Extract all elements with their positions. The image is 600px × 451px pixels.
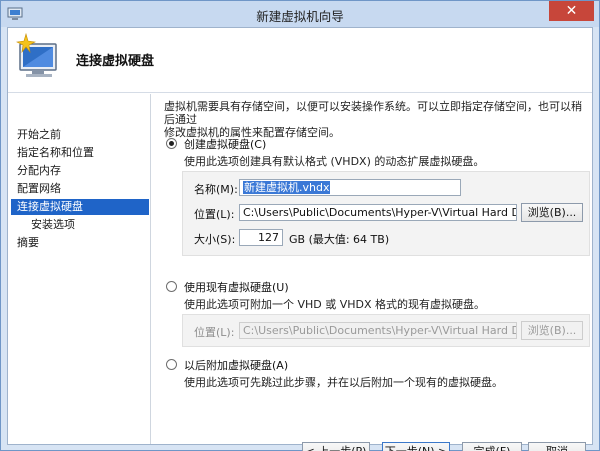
vhd-size-unit: GB (最大值: 64 TB) [289,233,390,246]
wizard-step-nav: 开始之前 指定名称和位置 分配内存 配置网络 连接虚拟硬盘 安装选项 摘要 [8,94,151,444]
use-existing-vhd-description: 使用此选项可附加一个 VHD 或 VHDX 格式的现有虚拟硬盘。 [184,298,486,311]
title-bar[interactable]: 新建虚拟机向导 ✕ [1,1,599,27]
nav-item-before-you-begin[interactable]: 开始之前 [11,127,149,143]
create-vhd-description: 使用此选项创建具有默认格式 (VHDX) 的动态扩展虚拟硬盘。 [184,155,485,168]
finish-button[interactable]: 完成(F) [462,442,522,451]
existing-browse-button[interactable]: 浏览(B)... [521,321,583,340]
existing-location-label: 位置(L): [194,326,235,339]
vhd-name-input[interactable]: 新建虚拟机.vhdx [239,179,461,196]
computer-sparkle-icon [16,32,57,77]
wizard-header: 连接虚拟硬盘 [8,28,592,93]
description-line-1: 虚拟机需要具有存储空间，以便可以安装操作系统。可以立即指定存储空间，也可以稍后通… [164,100,582,126]
vhd-name-label: 名称(M): [194,183,238,196]
previous-button[interactable]: < 上一步(P) [302,442,370,451]
cancel-button[interactable]: 取消 [528,442,586,451]
attach-later-description: 使用此选项可先跳过此步骤，并在以后附加一个现有的虚拟硬盘。 [184,376,503,389]
create-vhd-group: 名称(M): 新建虚拟机.vhdx 位置(L): C:\Users\Public… [182,171,590,256]
attach-later-radio[interactable] [166,359,177,370]
browse-button[interactable]: 浏览(B)... [521,203,583,222]
existing-location-input[interactable]: C:\Users\Public\Documents\Hyper-V\Virtua… [239,322,517,339]
wizard-client-area: 连接虚拟硬盘 开始之前 指定名称和位置 分配内存 配置网络 连接虚拟硬盘 安装选… [7,27,593,451]
attach-later-label[interactable]: 以后附加虚拟硬盘(A) [184,357,288,373]
use-existing-vhd-radio[interactable] [166,281,177,292]
wizard-content: 虚拟机需要具有存储空间，以便可以安装操作系统。可以立即指定存储空间，也可以稍后通… [158,94,590,451]
nav-item-assign-memory[interactable]: 分配内存 [11,163,149,179]
create-vhd-radio[interactable] [166,138,177,149]
vhd-size-label: 大小(S): [194,233,236,246]
close-button[interactable]: ✕ [549,1,594,21]
use-existing-vhd-label[interactable]: 使用现有虚拟硬盘(U) [184,279,289,295]
window-title: 新建虚拟机向导 [256,9,344,24]
vhd-location-label: 位置(L): [194,208,235,221]
existing-vhd-group: 位置(L): C:\Users\Public\Documents\Hyper-V… [182,314,590,347]
vhd-name-value: 新建虚拟机.vhdx [243,181,331,194]
close-icon: ✕ [565,3,578,19]
page-description: 虚拟机需要具有存储空间，以便可以安装操作系统。可以立即指定存储空间，也可以稍后通… [164,100,589,139]
nav-item-name-location[interactable]: 指定名称和位置 [11,145,149,161]
nav-item-connect-vhd[interactable]: 连接虚拟硬盘 [11,199,149,215]
vhd-location-input[interactable]: C:\Users\Public\Documents\Hyper-V\Virtua… [239,204,517,221]
nav-item-install-options[interactable]: 安装选项 [11,217,149,233]
page-title: 连接虚拟硬盘 [76,54,155,69]
create-vhd-label[interactable]: 创建虚拟硬盘(C) [184,136,266,152]
next-button[interactable]: 下一步(N) > [382,442,450,451]
vhd-size-input[interactable]: 127 [239,229,283,246]
nav-item-summary[interactable]: 摘要 [11,235,149,251]
nav-item-configure-network[interactable]: 配置网络 [11,181,149,197]
wizard-window: 新建虚拟机向导 ✕ 连接虚拟硬盘 开始之前 指定名称和位置 分配内存 配置网络 … [0,0,600,451]
